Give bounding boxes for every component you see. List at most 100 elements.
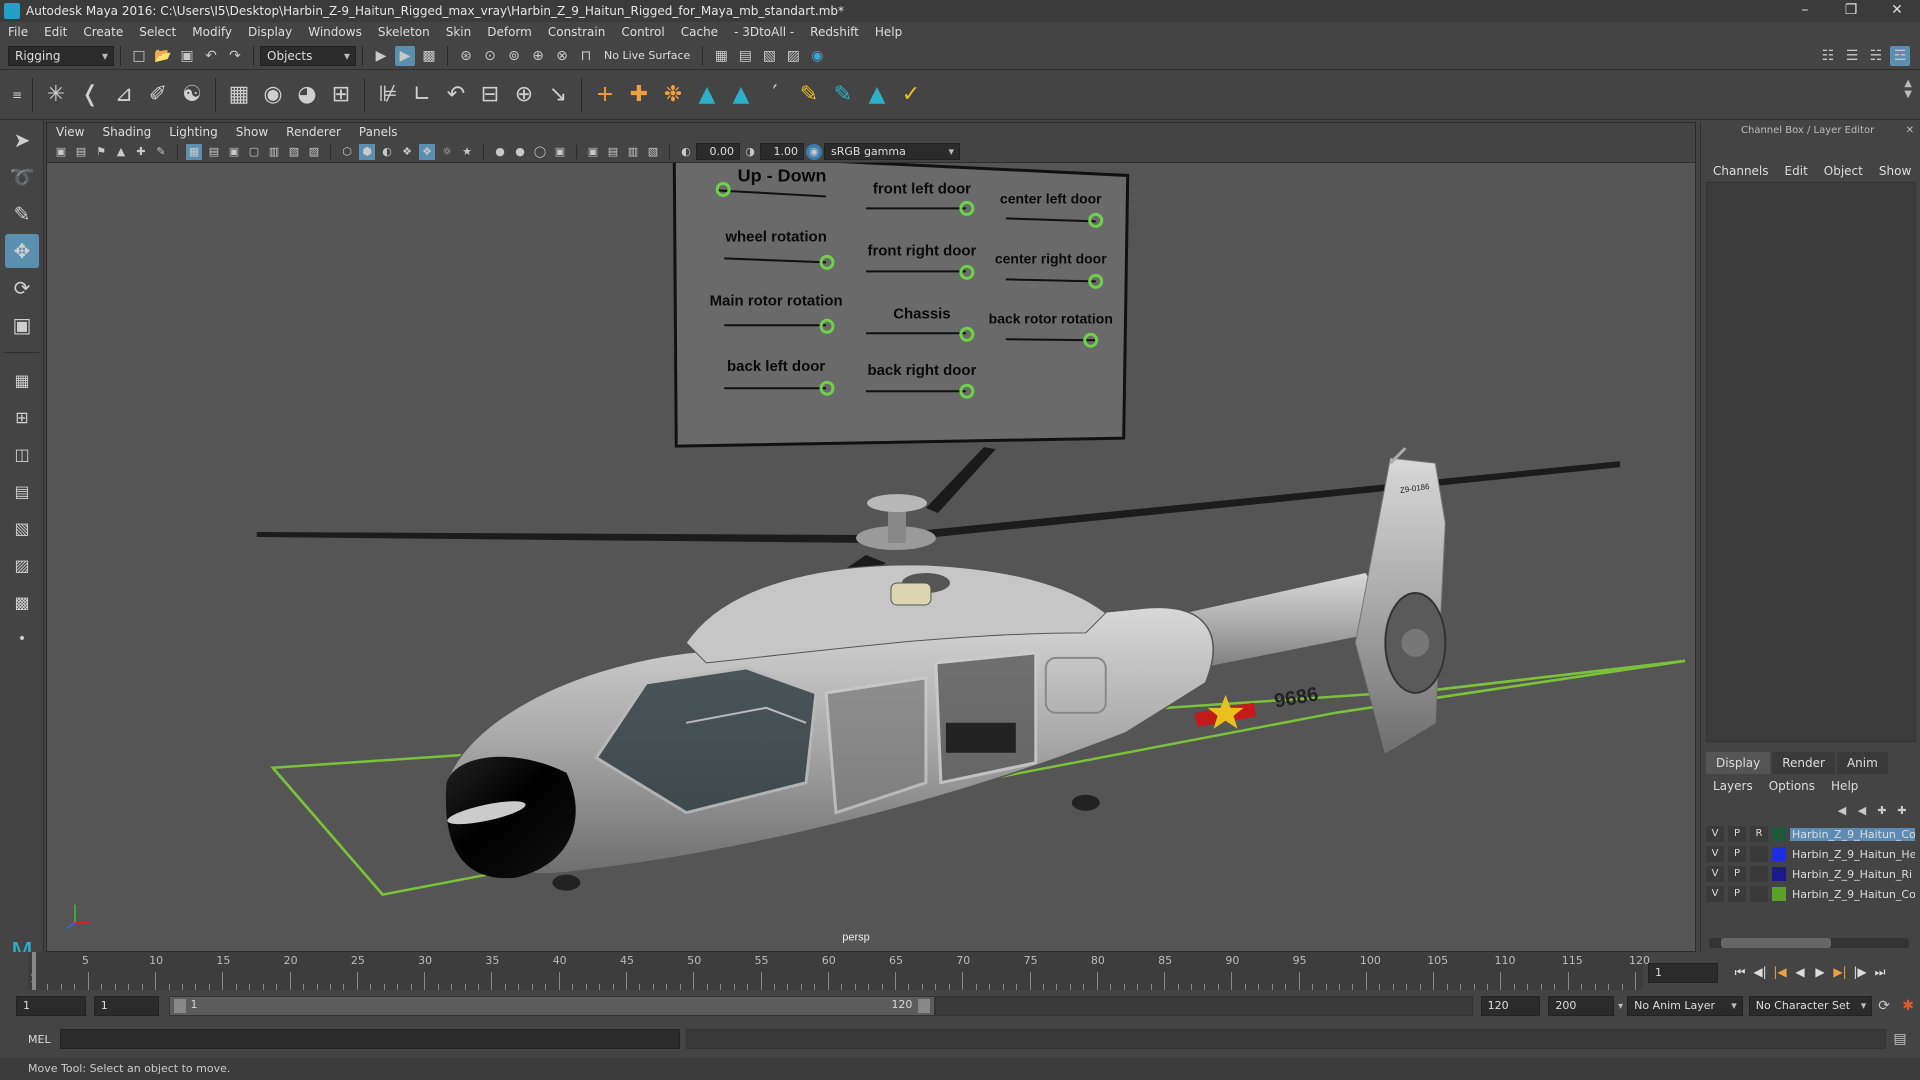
- go-to-end-icon[interactable]: ⏭: [1870, 962, 1890, 982]
- attribute-editor-icon[interactable]: ☰: [1842, 46, 1862, 66]
- tab-anim[interactable]: Anim: [1836, 752, 1888, 774]
- character-set-dropdown[interactable]: No Character Set: [1748, 996, 1873, 1016]
- backface-icon[interactable]: ▤: [605, 144, 621, 160]
- layer-row[interactable]: V P R Harbin_Z_9_Haitun_Co: [1706, 824, 1920, 844]
- wrap-deformer-icon[interactable]: ⊞: [326, 78, 356, 112]
- control-board[interactable]: Up - Down front left door center left do…: [672, 163, 1130, 448]
- ssao-icon[interactable]: ★: [459, 144, 475, 160]
- humanik-icon[interactable]: ☯: [177, 78, 207, 112]
- play-backward-icon[interactable]: ◀: [1790, 962, 1810, 982]
- scale-constraint-icon[interactable]: ⊟: [475, 78, 505, 112]
- gamma-icon[interactable]: ◑: [742, 144, 758, 160]
- helicopter-fuselage[interactable]: 9686: [445, 564, 1320, 891]
- four-view-icon[interactable]: ⊞: [5, 400, 39, 434]
- menu-control[interactable]: Control: [613, 22, 672, 42]
- panel-close-icon[interactable]: ✕: [1906, 122, 1914, 140]
- time-ruler[interactable]: 1510152025303540455055606570758085909510…: [28, 952, 1650, 990]
- create-joint-icon[interactable]: ✳: [41, 78, 71, 112]
- orient-constraint-icon[interactable]: ∟: [407, 78, 437, 112]
- paint-blend-icon[interactable]: ✎: [828, 78, 858, 112]
- layer-reference-toggle[interactable]: [1750, 886, 1768, 902]
- sculpt-deformer-icon[interactable]: ◕: [292, 78, 322, 112]
- snap-surface-icon[interactable]: ⊗: [552, 46, 572, 66]
- script-editor-icon[interactable]: ▤: [1890, 1029, 1910, 1049]
- play-forward-icon[interactable]: ▶: [1810, 962, 1830, 982]
- rotate-tool-icon[interactable]: ⟳: [5, 271, 39, 305]
- hypershade-icon[interactable]: ◉: [807, 46, 827, 66]
- aim-constraint-icon[interactable]: ⊕: [509, 78, 539, 112]
- vp-menu-view[interactable]: View: [47, 123, 93, 141]
- 2d-pan-icon[interactable]: ✚: [133, 144, 149, 160]
- layer-name[interactable]: Harbin_Z_9_Haitun_Co: [1790, 888, 1915, 901]
- color-management-icon[interactable]: ◉: [806, 143, 822, 160]
- menu-windows[interactable]: Windows: [300, 22, 370, 42]
- xray-joints-icon[interactable]: ▣: [585, 144, 601, 160]
- auto-key-icon[interactable]: ⟳: [1874, 996, 1894, 1016]
- layer-name[interactable]: Harbin_Z_9_Haitun_Co: [1790, 827, 1915, 841]
- xray-icon[interactable]: ❖: [419, 143, 435, 160]
- character-controls-icon[interactable]: ▲: [862, 78, 892, 112]
- bind-skin-icon[interactable]: +: [590, 78, 620, 112]
- layer-name[interactable]: Harbin_Z_9_Haitun_He: [1790, 848, 1915, 861]
- vp-menu-panels[interactable]: Panels: [350, 123, 407, 141]
- custom-layout-icon[interactable]: •: [5, 622, 39, 656]
- menu-redshift[interactable]: Redshift: [802, 22, 867, 42]
- menu-edit[interactable]: Edit: [36, 22, 75, 42]
- hypershade-persp-icon[interactable]: ▩: [5, 585, 39, 619]
- start-time-field[interactable]: 1: [16, 996, 86, 1016]
- new-layer-selected-icon[interactable]: ✚: [1894, 800, 1910, 820]
- menu-file[interactable]: File: [0, 22, 36, 42]
- selection-mode-dropdown[interactable]: Objects: [260, 45, 356, 66]
- range-bar[interactable]: 1 120: [169, 996, 936, 1016]
- anim-prefs-icon[interactable]: ✱: [1898, 996, 1918, 1016]
- layer-row[interactable]: V P Harbin_Z_9_Haitun_He: [1706, 844, 1920, 864]
- mirror-weights-icon[interactable]: ▲: [692, 78, 722, 112]
- vp-menu-renderer[interactable]: Renderer: [277, 123, 350, 141]
- menu-constrain[interactable]: Constrain: [540, 22, 614, 42]
- render-frame-icon[interactable]: ▧: [759, 46, 779, 66]
- detach-skin-icon[interactable]: ✚: [624, 78, 654, 112]
- move-tool-icon[interactable]: ✥: [5, 234, 39, 268]
- layer-playback-toggle[interactable]: P: [1728, 866, 1746, 882]
- anim-layer-chevron-icon[interactable]: ▾: [1618, 1001, 1623, 1012]
- wireframe-icon[interactable]: ⬡: [339, 144, 355, 160]
- layer-visible-toggle[interactable]: V: [1706, 826, 1724, 842]
- layer-row[interactable]: V P Harbin_Z_9_Haitun_Co: [1706, 884, 1920, 904]
- command-input[interactable]: [60, 1029, 680, 1049]
- step-back-frame-icon[interactable]: |◀: [1770, 962, 1790, 982]
- layer-playback-toggle[interactable]: P: [1728, 886, 1746, 902]
- field-chart-icon[interactable]: ▥: [266, 144, 282, 160]
- lattice-icon[interactable]: ▦: [224, 78, 254, 112]
- antialias-icon[interactable]: ●: [512, 144, 528, 160]
- restore-button[interactable]: ❐: [1828, 0, 1874, 22]
- pole-vector-icon[interactable]: ↘: [543, 78, 573, 112]
- parent-constraint-icon[interactable]: ↶: [441, 78, 471, 112]
- move-layer-up-icon[interactable]: ◀: [1834, 800, 1850, 820]
- point-constraint-icon[interactable]: ⊯: [373, 78, 403, 112]
- smooth-shade-icon[interactable]: ⬢: [359, 143, 375, 160]
- paint-select-icon[interactable]: ✎: [5, 197, 39, 231]
- menu-create[interactable]: Create: [75, 22, 131, 42]
- menu-skeleton[interactable]: Skeleton: [370, 22, 438, 42]
- exposure-icon[interactable]: ◐: [678, 144, 694, 160]
- layer-name[interactable]: Harbin_Z_9_Haitun_Ri: [1790, 868, 1915, 881]
- range-start-handle[interactable]: [174, 999, 187, 1013]
- layer-visible-toggle[interactable]: V: [1706, 866, 1724, 882]
- layer-color-swatch[interactable]: [1772, 887, 1786, 901]
- exposure-field[interactable]: 0.00: [696, 143, 740, 160]
- hud-icon[interactable]: ▥: [625, 144, 641, 160]
- menu-select[interactable]: Select: [131, 22, 184, 42]
- paint-weights-icon[interactable]: ❉: [658, 78, 688, 112]
- modeling-toolkit-icon[interactable]: ☷: [1818, 46, 1838, 66]
- select-hierarchy-icon[interactable]: ▶: [371, 46, 391, 66]
- graph-persp-icon[interactable]: ▨: [5, 548, 39, 582]
- layer-visible-toggle[interactable]: V: [1706, 886, 1724, 902]
- isolate-icon[interactable]: ▣: [552, 144, 568, 160]
- resolution-gate-icon[interactable]: ▣: [226, 144, 242, 160]
- playback-start-field[interactable]: 1: [93, 996, 160, 1016]
- gamma-field[interactable]: 1.00: [760, 143, 804, 160]
- vp-menu-lighting[interactable]: Lighting: [160, 123, 227, 141]
- ik-spline-icon[interactable]: ✐: [143, 78, 173, 112]
- end-time-field[interactable]: 200: [1548, 996, 1615, 1016]
- layer-menu-options[interactable]: Options: [1761, 776, 1823, 796]
